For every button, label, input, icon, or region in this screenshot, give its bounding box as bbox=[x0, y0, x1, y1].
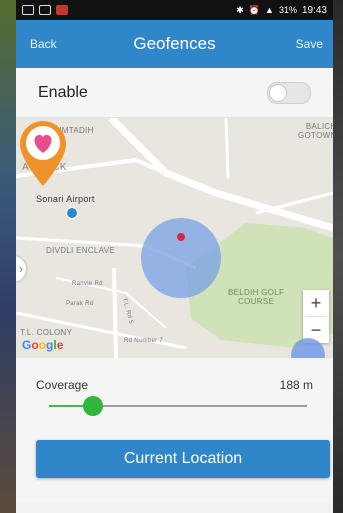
airport-icon bbox=[66, 207, 78, 219]
google-letter-3: o bbox=[38, 338, 47, 352]
geofence-radius bbox=[141, 218, 221, 298]
zoom-in-button[interactable]: + bbox=[303, 290, 329, 316]
page-title: Geofences bbox=[133, 34, 216, 53]
phone-screen: ✱ ⏰ ▲ 31% 19:43 Back Geofences Save Enab… bbox=[16, 0, 333, 513]
notification-icon bbox=[56, 5, 68, 15]
clock: 19:43 bbox=[301, 4, 327, 16]
zoom-controls: + − bbox=[303, 290, 329, 343]
google-letter-6: e bbox=[56, 338, 64, 352]
battery-percent: 31% bbox=[278, 5, 297, 15]
road-vertical bbox=[112, 267, 118, 358]
google-letter-2: o bbox=[31, 338, 39, 352]
map-label-balich-gotown: BALICH GOTOWN bbox=[298, 122, 333, 140]
enable-row: Enable bbox=[16, 68, 333, 118]
location-pin-icon[interactable] bbox=[16, 118, 70, 188]
map-label-road-3: Rd Number 7 bbox=[124, 338, 163, 344]
bluetooth-icon: ✱ bbox=[236, 4, 244, 15]
back-button[interactable]: Back bbox=[30, 37, 57, 51]
enable-label: Enable bbox=[38, 83, 88, 101]
signal-icon: ▲ bbox=[265, 5, 274, 15]
enable-toggle[interactable] bbox=[267, 81, 311, 104]
pin-point bbox=[177, 233, 185, 241]
map-label-divdli-enclave: DIVDLI ENCLAVE bbox=[46, 246, 115, 255]
alarm-icon: ⏰ bbox=[248, 4, 261, 15]
map-label-sonari-airport: Sonari Airport bbox=[36, 194, 95, 204]
coverage-label: Coverage bbox=[36, 378, 89, 392]
map-label-tl-colony: T.L. COLONY bbox=[20, 328, 73, 337]
toggle-knob bbox=[269, 83, 287, 102]
save-button[interactable]: Save bbox=[296, 37, 323, 51]
google-letter-1: G bbox=[22, 338, 32, 352]
gallery-icon bbox=[22, 5, 34, 15]
coverage-value: 188 m bbox=[279, 378, 313, 392]
coverage-slider-thumb[interactable] bbox=[82, 396, 103, 416]
background-left-edge bbox=[0, 0, 16, 513]
road-east bbox=[255, 191, 333, 215]
google-logo: Google bbox=[22, 338, 63, 352]
status-bar: ✱ ⏰ ▲ 31% 19:43 bbox=[16, 0, 333, 20]
road-north bbox=[224, 118, 230, 179]
whatsapp-icon bbox=[39, 5, 51, 15]
background-right-edge bbox=[333, 0, 343, 513]
coverage-section: Coverage 188 m Current Location bbox=[16, 358, 333, 503]
map-label-road-1: Ranvie Rd bbox=[72, 281, 103, 287]
map-label-road-2: Parak Rd bbox=[66, 301, 94, 307]
map-view[interactable]: KHUMTADIH A BLOCK BALICH GOTOWN Sonari A… bbox=[16, 118, 333, 358]
app-bar: Back Geofences Save bbox=[16, 20, 333, 68]
map-label-beldih-golf: BELDIH GOLF COURSE bbox=[228, 288, 285, 306]
current-location-button[interactable]: Current Location bbox=[36, 440, 330, 478]
